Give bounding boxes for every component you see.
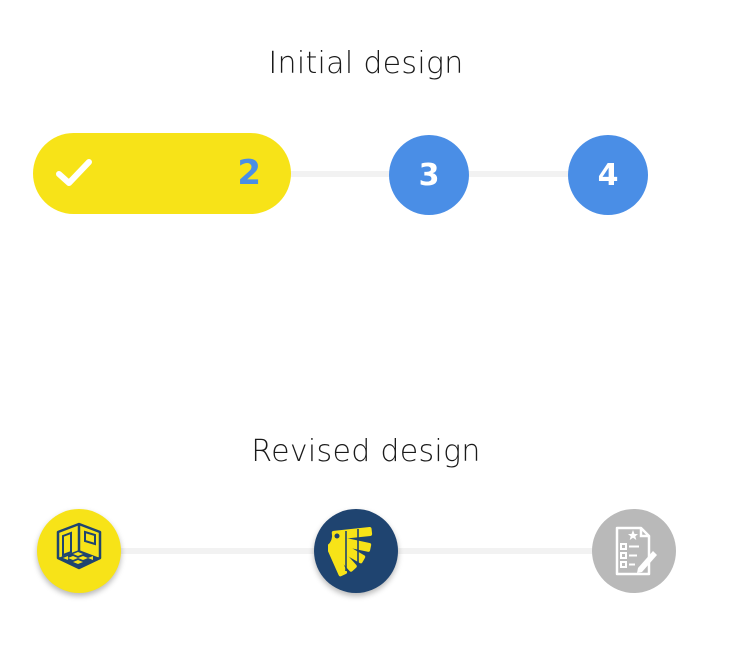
checkmark-icon xyxy=(56,159,92,186)
color-swatch-icon xyxy=(328,527,373,577)
form-step-button[interactable] xyxy=(592,509,676,593)
room-step-button[interactable] xyxy=(37,509,121,593)
form-checklist-icon xyxy=(615,526,657,576)
swatch-step-button[interactable] xyxy=(314,509,398,593)
step-3-button[interactable]: 3 xyxy=(389,135,469,215)
revised-design-title: Revised design xyxy=(251,434,481,469)
initial-design-title: Initial design xyxy=(268,46,464,81)
step-4-button[interactable]: 4 xyxy=(568,135,648,215)
completed-step-pill[interactable]: 2 xyxy=(33,133,291,214)
room-floor-icon xyxy=(56,522,102,570)
step-2-number: 2 xyxy=(237,153,261,193)
